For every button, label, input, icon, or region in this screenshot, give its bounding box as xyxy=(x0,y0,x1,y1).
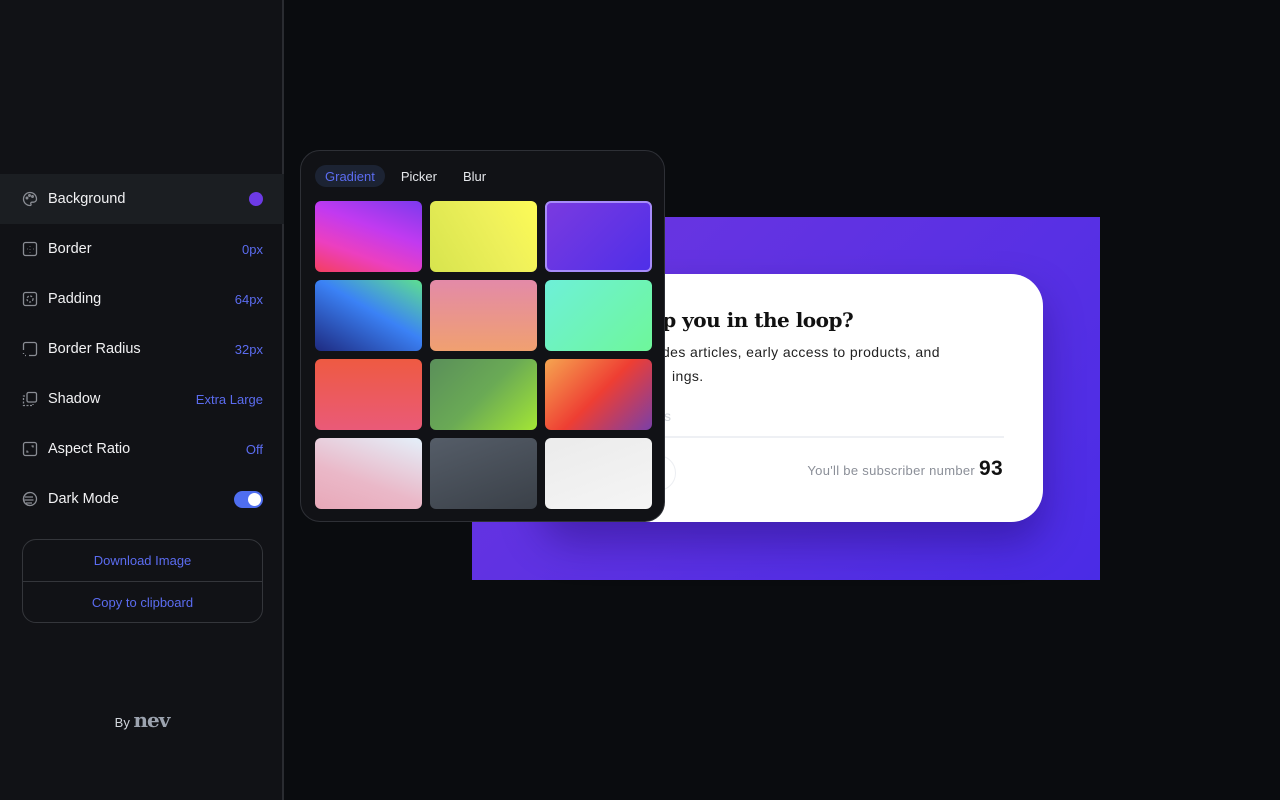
shadow-icon xyxy=(22,391,38,407)
background-picker-popover: Gradient Picker Blur xyxy=(300,150,665,522)
input-underline xyxy=(660,436,1004,438)
subscriber-number: 93 xyxy=(979,457,1003,480)
gradient-swatch[interactable] xyxy=(315,280,422,351)
gradient-swatch[interactable] xyxy=(545,201,652,272)
sidebar-item-label: Dark Mode xyxy=(48,491,119,507)
sidebar-item-label: Border Radius xyxy=(48,341,141,357)
gradient-swatch[interactable] xyxy=(545,438,652,509)
card-description-2: ings. xyxy=(672,368,704,384)
export-actions: Download Image Copy to clipboard xyxy=(22,539,263,623)
sidebar-item-border[interactable]: Border 0px xyxy=(0,224,284,274)
sidebar-item-padding[interactable]: Padding 64px xyxy=(0,274,284,324)
download-image-button[interactable]: Download Image xyxy=(23,540,262,581)
sidebar-item-label: Aspect Ratio xyxy=(48,441,131,457)
gradient-swatch[interactable] xyxy=(315,438,422,509)
padding-icon xyxy=(22,291,38,307)
card-heading: ep you in the loop? xyxy=(650,308,854,332)
sidebar-item-value: 0px xyxy=(242,241,263,257)
sidebar-item-value: 64px xyxy=(234,291,263,307)
email-input-placeholder[interactable]: s xyxy=(664,408,671,424)
tab-picker[interactable]: Picker xyxy=(391,165,447,187)
dark-mode-icon xyxy=(22,491,38,507)
aspect-ratio-icon xyxy=(22,441,38,457)
sidebar-item-dark-mode[interactable]: Dark Mode xyxy=(0,474,284,524)
dark-mode-toggle[interactable] xyxy=(234,490,263,508)
palette-icon xyxy=(22,191,38,207)
credit: By nev xyxy=(0,708,284,732)
sidebar-item-label: Border xyxy=(48,241,92,257)
by-label: By xyxy=(114,715,130,730)
sidebar-item-border-radius[interactable]: Border Radius 32px xyxy=(0,324,284,374)
gradient-swatch[interactable] xyxy=(430,280,537,351)
gradient-swatch[interactable] xyxy=(430,438,537,509)
sidebar-item-aspect-ratio[interactable]: Aspect Ratio Off xyxy=(0,424,284,474)
card-description: des articles, early access to products, … xyxy=(662,344,940,360)
sidebar-item-value: Off xyxy=(245,441,263,457)
subscriber-count: You'll be subscriber number 93 xyxy=(807,457,1003,481)
gradient-swatch[interactable] xyxy=(545,359,652,430)
tab-blur[interactable]: Blur xyxy=(453,165,496,187)
copy-to-clipboard-button[interactable]: Copy to clipboard xyxy=(23,581,262,622)
gradient-swatch[interactable] xyxy=(430,201,537,272)
sidebar-item-value: Extra Large xyxy=(195,391,263,407)
border-icon xyxy=(22,241,38,257)
sidebar-item-label: Shadow xyxy=(48,391,101,407)
brand-logo[interactable]: nev xyxy=(133,708,170,732)
sidebar-item-label: Background xyxy=(48,191,126,207)
sidebar-item-label: Padding xyxy=(48,291,102,307)
sidebar-item-background[interactable]: Background xyxy=(0,174,284,224)
subscriber-label: You'll be subscriber number xyxy=(807,463,976,478)
sidebar: Background Border 0px Padding 64px Border Rad… xyxy=(0,0,284,800)
gradient-swatch[interactable] xyxy=(315,359,422,430)
sidebar-item-shadow[interactable]: Shadow Extra Large xyxy=(0,374,284,424)
background-color-swatch[interactable] xyxy=(249,192,263,206)
tab-gradient[interactable]: Gradient xyxy=(315,165,385,187)
sidebar-item-value: 32px xyxy=(234,341,263,357)
gradient-swatch[interactable] xyxy=(315,201,422,272)
border-radius-icon xyxy=(22,341,38,357)
gradient-swatch[interactable] xyxy=(430,359,537,430)
gradient-swatch[interactable] xyxy=(545,280,652,351)
